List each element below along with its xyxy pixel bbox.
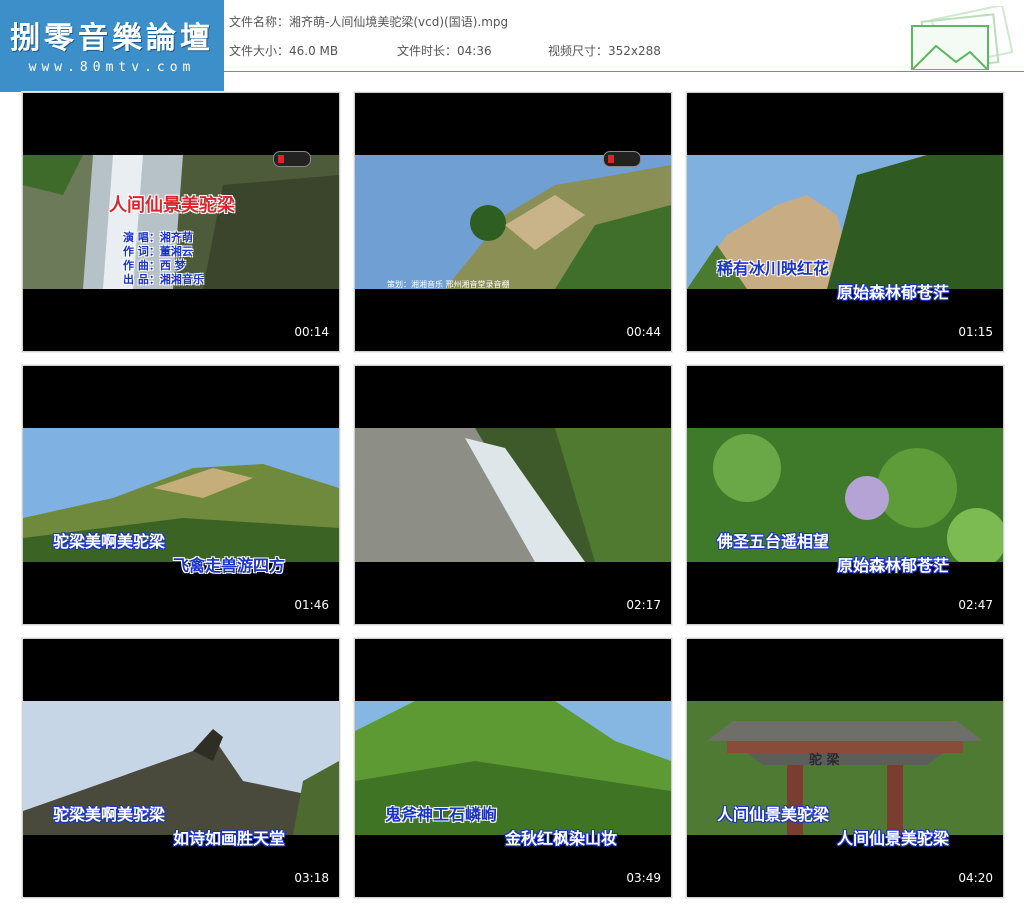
thumbnail-timestamp: 04:20 bbox=[958, 871, 993, 885]
lyric-line-2: 原始森林郁苍茫 bbox=[837, 283, 950, 302]
file-duration-label: 文件时长： bbox=[397, 44, 458, 58]
file-size-label: 文件大小： bbox=[229, 44, 290, 58]
lyric-line-1: 鬼斧神工石嶙峋 bbox=[385, 805, 498, 824]
thumbnail-image bbox=[355, 155, 671, 289]
thumbnail-frame[interactable]: 佛圣五台遥相望 原始森林郁苍茫 02:47 bbox=[686, 365, 1004, 625]
thumbnail-frame[interactable]: 驼 梁 人间仙景美驼梁 人间仙景美驼梁 04:20 bbox=[686, 638, 1004, 898]
file-size-value: 46.0 MB bbox=[289, 44, 339, 58]
credits-block: 演 唱：湘齐萌 作 词：董湘云 作 曲：西 梦 出 品：湘湘音乐 bbox=[123, 231, 204, 287]
lyric-line-1: 驼梁美啊美驼梁 bbox=[53, 532, 166, 551]
credit-lyricist: 作 词：董湘云 bbox=[123, 245, 193, 258]
thumbnail-timestamp: 03:49 bbox=[626, 871, 661, 885]
thumbnail-frame[interactable]: 人间仙景美驼梁 演 唱：湘齐萌 作 词：董湘云 作 曲：西 梦 出 品：湘湘音乐… bbox=[22, 92, 340, 352]
thumbnail-timestamp: 02:17 bbox=[626, 598, 661, 612]
lyric-line-1: 稀有冰川映红花 bbox=[717, 259, 830, 278]
lyric-line-2: 金秋红枫染山妆 bbox=[505, 829, 618, 848]
lyric-line-2: 人间仙景美驼梁 bbox=[837, 829, 950, 848]
thumbnail-frame[interactable]: 稀有冰川映红花 原始森林郁苍茫 01:15 bbox=[686, 92, 1004, 352]
lyric-line-1: 佛圣五台遥相望 bbox=[717, 532, 830, 551]
tv-logo-badge bbox=[273, 151, 311, 167]
video-dimension-label: 视频尺寸： bbox=[548, 44, 609, 58]
thumbnail-frame[interactable]: 驼梁美啊美驼梁 如诗如画胜天堂 03:18 bbox=[22, 638, 340, 898]
thumbnail-timestamp: 00:44 bbox=[626, 325, 661, 339]
credit-composer: 作 曲：西 梦 bbox=[123, 259, 186, 272]
file-size-row: 文件大小：46.0 MB bbox=[229, 42, 338, 59]
logo-url: www.80mtv.com bbox=[28, 60, 196, 75]
thumbnail-image bbox=[355, 428, 671, 562]
tv-logo-badge bbox=[603, 151, 641, 167]
file-name-row: 文件名称：湘齐萌-人间仙境美驼梁(vcd)(国语).mpg bbox=[229, 13, 508, 30]
thumbnail-timestamp: 03:18 bbox=[294, 871, 329, 885]
production-caption: 策划：湘湘音乐 邢州湘音堂录音棚 bbox=[387, 280, 510, 289]
song-title-caption: 人间仙景美驼梁 bbox=[109, 195, 235, 216]
file-name-value: 湘齐萌-人间仙境美驼梁(vcd)(国语).mpg bbox=[289, 15, 509, 29]
lyric-line-2: 飞禽走兽游四方 bbox=[173, 556, 286, 575]
thumbnail-timestamp: 01:46 bbox=[294, 598, 329, 612]
lyric-line-2: 原始森林郁苍茫 bbox=[837, 556, 950, 575]
file-duration-row: 文件时长：04:36 bbox=[397, 42, 492, 59]
logo-title: 捌零音樂論壇 bbox=[10, 21, 214, 56]
thumbnail-frame[interactable]: 02:17 bbox=[354, 365, 672, 625]
file-duration-value: 04:36 bbox=[457, 44, 492, 58]
video-dimension-row: 视频尺寸：352x288 bbox=[548, 42, 661, 59]
thumbnail-frame[interactable]: 策划：湘湘音乐 邢州湘音堂录音棚 00:44 bbox=[354, 92, 672, 352]
picture-frames-icon bbox=[911, 6, 1014, 70]
thumbnail-timestamp: 00:14 bbox=[294, 325, 329, 339]
credit-producer: 出 品：湘湘音乐 bbox=[123, 273, 204, 286]
forum-logo: 捌零音樂論壇 www.80mtv.com bbox=[0, 0, 224, 92]
lyric-line-1: 驼梁美啊美驼梁 bbox=[53, 805, 166, 824]
file-info-header: 捌零音樂論壇 www.80mtv.com 文件名称：湘齐萌-人间仙境美驼梁(vc… bbox=[0, 0, 1024, 92]
file-name-label: 文件名称： bbox=[229, 15, 290, 29]
thumbnail-timestamp: 01:15 bbox=[958, 325, 993, 339]
thumbnail-frame[interactable]: 鬼斧神工石嶙峋 金秋红枫染山妆 03:49 bbox=[354, 638, 672, 898]
archway-sign: 驼 梁 bbox=[809, 753, 840, 768]
lyric-line-1: 人间仙景美驼梁 bbox=[717, 805, 830, 824]
lyric-line-2: 如诗如画胜天堂 bbox=[173, 829, 286, 848]
thumbnail-frame[interactable]: 驼梁美啊美驼梁 飞禽走兽游四方 01:46 bbox=[22, 365, 340, 625]
header-divider bbox=[224, 71, 1024, 72]
credit-singer: 演 唱：湘齐萌 bbox=[123, 231, 193, 244]
thumbnail-timestamp: 02:47 bbox=[958, 598, 993, 612]
video-dimension-value: 352x288 bbox=[608, 44, 661, 58]
